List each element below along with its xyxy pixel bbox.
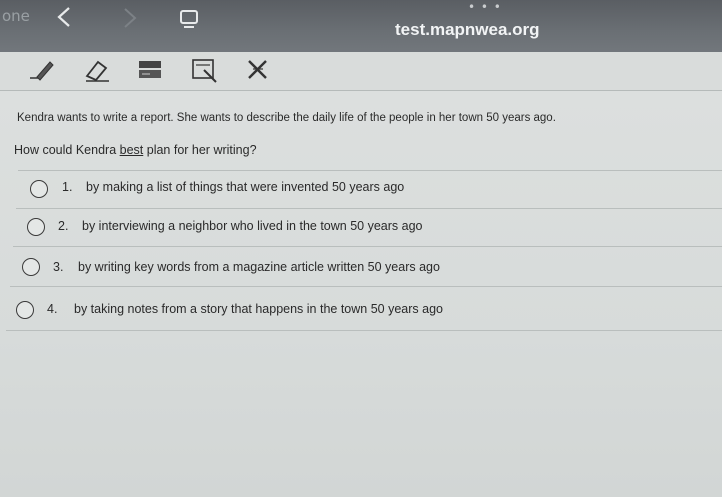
choice-number: 1. [62, 180, 73, 194]
pencil-icon[interactable] [28, 56, 58, 84]
browser-top-bar: • • • one test.mapnwea.org [0, 0, 722, 52]
radio-button[interactable] [16, 301, 34, 319]
answer-choice-4[interactable]: 4. by taking notes from a story that hap… [0, 287, 722, 329]
tabs-icon[interactable] [178, 8, 200, 36]
choice-text: by taking notes from a story that happen… [74, 302, 443, 316]
radio-button[interactable] [22, 258, 40, 276]
forward-icon[interactable] [120, 7, 140, 33]
prompt-end: plan for her writing? [143, 143, 257, 157]
choice-text: by writing key words from a magazine art… [78, 260, 440, 274]
choice-number: 2. [58, 219, 69, 233]
choice-text: by making a list of things that were inv… [86, 180, 405, 194]
prompt-start: How could Kendra [14, 143, 120, 157]
choice-number: 3. [53, 260, 64, 274]
question-prompt: How could Kendra best plan for her writi… [14, 143, 257, 157]
test-toolbar [0, 52, 722, 90]
answer-choice-1[interactable]: 1. by making a list of things that were … [0, 171, 722, 209]
radio-button[interactable] [27, 218, 45, 236]
answer-eliminator-icon[interactable] [244, 56, 274, 84]
line-reader-icon[interactable] [190, 56, 220, 84]
prompt-emphasis: best [119, 143, 144, 157]
address-bar-url[interactable]: test.mapnwea.org [395, 20, 540, 40]
question-passage: Kendra wants to write a report. She want… [17, 112, 556, 124]
choice-divider [6, 330, 722, 331]
highlighter-icon[interactable] [136, 56, 166, 84]
back-icon[interactable] [54, 6, 74, 32]
eraser-icon[interactable] [82, 56, 112, 84]
answer-choice-3[interactable]: 3. by writing key words from a magazine … [0, 247, 722, 287]
choice-number: 4. [47, 302, 58, 316]
answer-choice-2[interactable]: 2. by interviewing a neighbor who lived … [0, 209, 722, 247]
radio-button[interactable] [30, 180, 48, 198]
tab-label[interactable]: one [2, 7, 30, 25]
choice-text: by interviewing a neighbor who lived in … [82, 219, 423, 233]
window-dots: • • • [468, 0, 502, 14]
